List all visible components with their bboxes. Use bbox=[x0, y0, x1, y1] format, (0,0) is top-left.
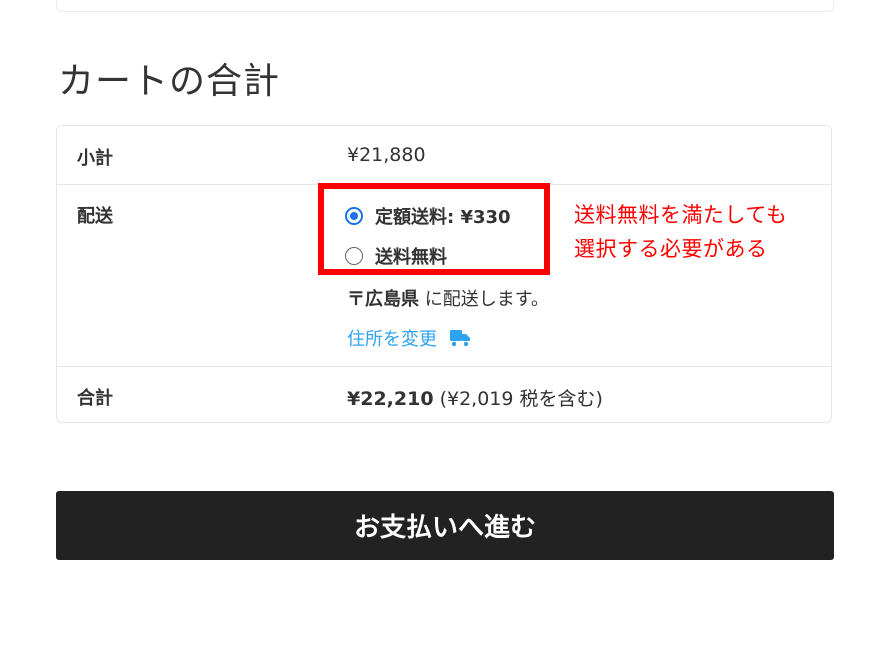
tax-note: (¥2,019 税を含む) bbox=[439, 388, 603, 410]
change-address-label: 住所を変更 bbox=[347, 329, 437, 350]
previous-card-edge bbox=[56, 0, 834, 12]
truck-icon bbox=[450, 330, 470, 347]
shipping-label: 配送 bbox=[77, 206, 113, 227]
destination-suffix: に配送します。 bbox=[419, 289, 549, 310]
subtotal-label: 小計 bbox=[77, 148, 113, 169]
annotation-line-1: 送料無料を満たしても bbox=[574, 203, 788, 227]
shipping-destination: 〒広島県 に配送します。 bbox=[347, 285, 549, 311]
page-title: カートの合計 bbox=[58, 61, 281, 102]
total-value: ¥22,210 bbox=[347, 388, 434, 410]
annotation-note: 送料無料を満たしても 選択する必要がある bbox=[574, 198, 787, 266]
subtotal-value: ¥21,880 bbox=[347, 144, 426, 166]
annotation-highlight-box bbox=[318, 183, 550, 275]
change-address-link[interactable]: 住所を変更 bbox=[347, 325, 471, 351]
total-value-group: ¥22,210 (¥2,019 税を含む) bbox=[347, 384, 603, 411]
total-row: 合計 ¥22,210 (¥2,019 税を含む) bbox=[57, 366, 831, 424]
destination-region: 〒広島県 bbox=[347, 289, 419, 310]
subtotal-row: 小計 ¥21,880 bbox=[57, 126, 831, 185]
annotation-line-2: 選択する必要がある bbox=[574, 237, 768, 261]
proceed-to-checkout-button[interactable]: お支払いへ進む bbox=[56, 491, 834, 560]
total-label: 合計 bbox=[77, 388, 113, 409]
